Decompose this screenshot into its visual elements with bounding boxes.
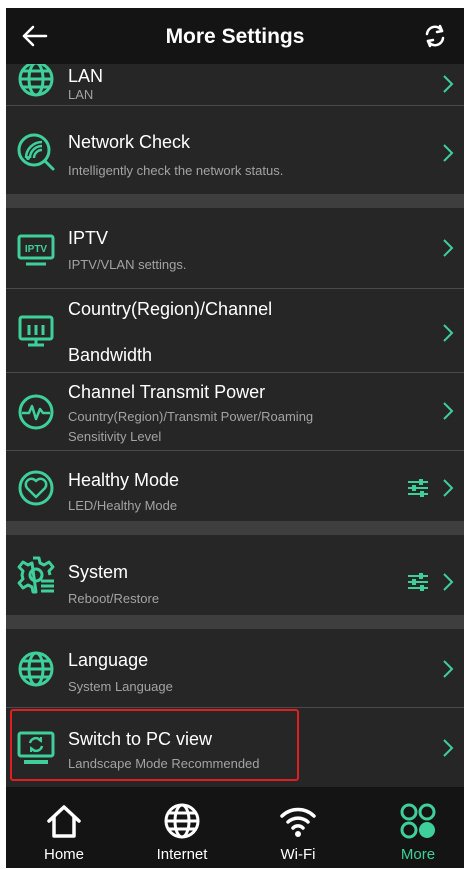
svg-text:IPTV: IPTV <box>25 244 48 255</box>
menu-item-subtitle: Reboot/Restore <box>68 591 160 606</box>
chevron-right-icon <box>443 739 454 757</box>
chevron-right-icon <box>443 324 454 342</box>
menu-item-subtitle: System Language <box>68 679 173 694</box>
menu-item-subtitle: Landscape Mode Recommended <box>68 756 260 771</box>
section-gap <box>6 615 464 629</box>
menu-item-subtitle: IPTV/VLAN settings. <box>68 257 187 272</box>
tab-label: Wi-Fi <box>280 846 316 863</box>
heart-icon <box>18 470 54 506</box>
globe-icon <box>164 803 200 839</box>
monitor-bars-icon <box>18 315 54 347</box>
top-bar: More Settings <box>6 8 464 64</box>
page-title: More Settings <box>165 25 305 48</box>
menu-item-healthy-mode[interactable]: Healthy Mode LED/Healthy Mode <box>6 451 464 521</box>
chevron-right-icon <box>443 660 454 678</box>
sliders-icon[interactable] <box>406 478 430 498</box>
menu-item-subtitle: LED/Healthy Mode <box>68 498 178 513</box>
menu-item-channel-bandwidth[interactable]: Country(Region)/Channel Bandwidth <box>6 289 464 372</box>
menu-item-iptv[interactable]: IPTV IPTV IPTV/VLAN settings. <box>6 208 464 288</box>
chevron-right-icon <box>443 402 454 420</box>
chevron-right-icon <box>443 479 454 497</box>
section-gap <box>6 194 464 208</box>
menu-item-switch-pc-view[interactable]: Switch to PC view Landscape Mode Recomme… <box>6 708 464 787</box>
pc-view-icon <box>17 731 55 764</box>
menu-item-title: Language <box>68 650 149 670</box>
menu-item-title: Country(Region)/Channel <box>68 299 273 319</box>
section-gap <box>6 521 464 535</box>
menu-item-subtitle: LAN <box>68 87 94 102</box>
tab-wifi[interactable]: Wi-Fi <box>254 787 342 868</box>
menu-item-title: Healthy Mode <box>68 470 180 490</box>
pulse-icon <box>18 394 54 430</box>
menu-item-subtitle: Intelligently check the network status. <box>68 163 284 178</box>
tab-label: Home <box>43 846 84 863</box>
tab-internet[interactable]: Internet <box>138 787 226 868</box>
menu-item-title: Network Check <box>68 132 191 152</box>
tab-label: More <box>400 846 436 863</box>
menu-item-title: Switch to PC view <box>68 729 213 749</box>
menu-item-title: IPTV <box>68 228 109 248</box>
tab-label: Internet <box>156 846 208 863</box>
iptv-icon: IPTV <box>17 234 55 266</box>
menu-item-title: LAN <box>68 66 104 86</box>
menu-item-transmit-power[interactable]: Channel Transmit Power Country(Region)/T… <box>6 373 464 450</box>
menu-item-title-line2: Bandwidth <box>68 345 153 365</box>
chevron-right-icon <box>443 75 454 93</box>
more-grid-icon <box>400 803 436 839</box>
phone-screen: LAN LAN Network Check Intelligently chec… <box>6 8 464 868</box>
tab-home[interactable]: Home <box>20 787 108 868</box>
chevron-right-icon <box>443 239 454 257</box>
menu-item-network-check[interactable]: Network Check Intelligently check the ne… <box>6 106 464 192</box>
globe-icon <box>18 651 54 687</box>
refresh-icon[interactable] <box>420 21 450 51</box>
menu-item-title: System <box>68 562 129 582</box>
bottom-tab-bar: Home Internet Wi-Fi More <box>6 787 464 868</box>
menu-item-subtitle: Country(Region)/Transmit Power/Roaming <box>68 409 314 424</box>
chevron-right-icon <box>443 573 454 591</box>
menu-item-system[interactable]: System Reboot/Restore <box>6 535 464 613</box>
tab-more[interactable]: More <box>374 787 462 868</box>
menu-item-language[interactable]: Language System Language <box>6 629 464 707</box>
sliders-icon[interactable] <box>406 572 430 592</box>
network-check-icon <box>17 133 55 171</box>
menu-item-title: Channel Transmit Power <box>68 382 266 402</box>
menu-item-subtitle-line2: Sensitivity Level <box>68 429 162 444</box>
wifi-icon <box>280 807 316 837</box>
home-icon <box>47 805 81 838</box>
chevron-right-icon <box>443 144 454 162</box>
gear-icon <box>17 556 55 594</box>
globe-icon <box>18 61 54 97</box>
